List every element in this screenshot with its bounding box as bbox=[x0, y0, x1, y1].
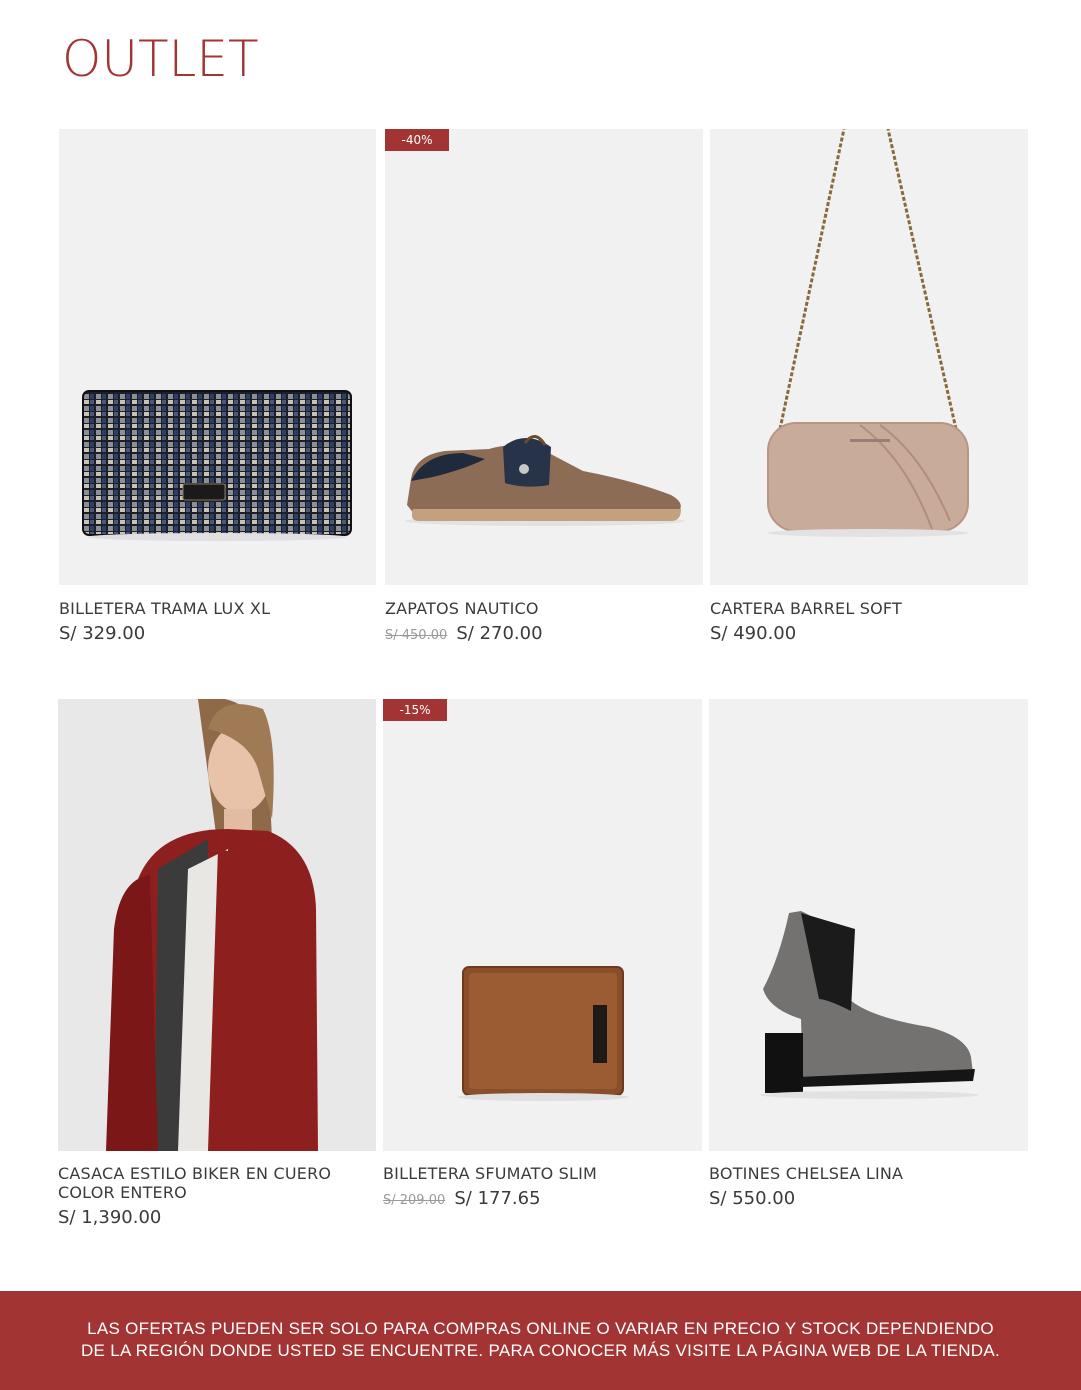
barrel-bag-image[interactable] bbox=[710, 129, 1028, 585]
product-card[interactable]: BOTINES CHELSEA LINA S/ 550.00 bbox=[709, 699, 1028, 1239]
product-name[interactable]: BILLETERA TRAMA LUX XL bbox=[59, 599, 270, 618]
product-name[interactable]: BILLETERA SFUMATO SLIM bbox=[383, 1164, 597, 1183]
product-name[interactable]: BOTINES CHELSEA LINA bbox=[709, 1164, 903, 1183]
old-price: S/ 209.00 bbox=[383, 1193, 446, 1208]
current-price: S/ 270.00 bbox=[456, 623, 543, 644]
current-price: S/ 550.00 bbox=[709, 1188, 796, 1209]
price-row: S/ 209.00 S/ 177.65 bbox=[383, 1188, 541, 1209]
product-card[interactable]: BILLETERA TRAMA LUX XL S/ 329.00 bbox=[59, 129, 376, 649]
product-name[interactable]: ZAPATOS NAUTICO bbox=[385, 599, 539, 618]
discount-badge: -40% bbox=[385, 129, 449, 151]
leather-jacket-image[interactable] bbox=[58, 699, 376, 1151]
price-row: S/ 329.00 bbox=[59, 623, 145, 644]
price-row: S/ 490.00 bbox=[710, 623, 796, 644]
current-price: S/ 1,390.00 bbox=[58, 1207, 162, 1228]
product-name[interactable]: CARTERA BARREL SOFT bbox=[710, 599, 902, 618]
slim-wallet-image[interactable]: -15% bbox=[383, 699, 702, 1151]
woven-wallet-image[interactable] bbox=[59, 129, 376, 585]
price-row: S/ 1,390.00 bbox=[58, 1207, 161, 1228]
product-card[interactable]: -40% ZAPATOS NAUTICO S/ 450.00 S/ 270.00 bbox=[385, 129, 703, 649]
discount-badge: -15% bbox=[383, 699, 447, 721]
disclaimer-line-1: LAS OFERTAS PUEDEN SER SOLO PARA COMPRAS… bbox=[87, 1319, 994, 1338]
disclaimer-line-2: DE LA REGIÓN DONDE USTED SE ENCUENTRE. P… bbox=[80, 1341, 1001, 1360]
old-price: S/ 450.00 bbox=[385, 628, 448, 643]
product-card[interactable]: CARTERA BARREL SOFT S/ 490.00 bbox=[710, 129, 1028, 649]
page-title: OUTLET bbox=[62, 30, 259, 88]
current-price: S/ 490.00 bbox=[710, 623, 797, 644]
current-price: S/ 177.65 bbox=[454, 1188, 541, 1209]
product-card[interactable]: CASACA ESTILO BIKER EN CUERO COLOR ENTER… bbox=[58, 699, 376, 1239]
chelsea-boot-image[interactable] bbox=[709, 699, 1028, 1151]
price-row: S/ 550.00 bbox=[709, 1188, 795, 1209]
product-card[interactable]: -15% BILLETERA SFUMATO SLIM S/ 209.00 S/… bbox=[383, 699, 702, 1239]
current-price: S/ 329.00 bbox=[59, 623, 146, 644]
boat-shoe-image[interactable]: -40% bbox=[385, 129, 703, 585]
price-row: S/ 450.00 S/ 270.00 bbox=[385, 623, 543, 644]
product-name[interactable]: CASACA ESTILO BIKER EN CUERO COLOR ENTER… bbox=[58, 1164, 338, 1202]
disclaimer-banner: LAS OFERTAS PUEDEN SER SOLO PARA COMPRAS… bbox=[0, 1291, 1081, 1390]
